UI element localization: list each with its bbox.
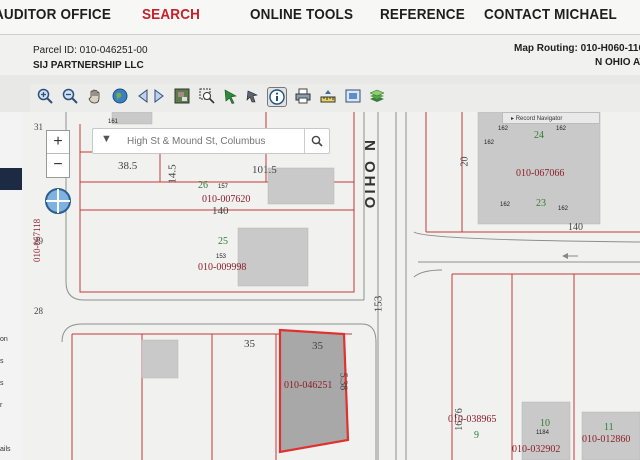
lot-number: 23	[536, 198, 546, 209]
zoom-plus-button[interactable]: +	[47, 131, 69, 154]
record-navigator[interactable]: ▸ Record Navigator	[502, 112, 600, 124]
dimension-label: 140	[212, 205, 229, 217]
map-search-input[interactable]	[125, 132, 304, 150]
dimension-label: 38.5	[118, 160, 138, 172]
dimension-label: 35	[244, 338, 255, 350]
dimension-label: 31	[34, 122, 43, 132]
zoom-in-icon[interactable]	[36, 87, 54, 105]
address-number: 157	[218, 184, 229, 190]
search-button[interactable]	[304, 129, 329, 153]
sidebar-fragment-3[interactable]: s	[0, 380, 4, 387]
street-label: N OHIO	[361, 140, 378, 212]
address-number: 162	[556, 126, 567, 132]
record-navigator-label: Record Navigator	[515, 116, 563, 122]
zoom-box-icon[interactable]	[198, 87, 216, 105]
zoom-out-icon[interactable]	[61, 87, 79, 105]
lot-number: 26	[198, 180, 208, 191]
layers-icon[interactable]	[368, 87, 386, 105]
measure-icon[interactable]	[319, 87, 337, 105]
print-icon[interactable]	[294, 87, 312, 105]
dimension-label: 20	[459, 156, 471, 167]
parcel-id-label[interactable]: 010-007620	[202, 194, 250, 205]
sidebar-active-block[interactable]	[0, 168, 22, 190]
map-toolbar	[30, 84, 640, 112]
address-number: 162	[498, 126, 509, 132]
parcel-map[interactable]	[22, 112, 640, 460]
full-extent-globe-icon[interactable]	[111, 87, 129, 105]
parcel-id-label[interactable]: 010-038965	[448, 414, 496, 425]
parcel-id-label[interactable]: 010-046251	[284, 380, 332, 391]
dimension-label: 153	[372, 295, 385, 313]
map-routing: Map Routing: 010-H060-116	[514, 43, 640, 54]
nav-reference[interactable]: REFERENCE	[380, 6, 465, 23]
address-number: 162	[484, 140, 495, 146]
parcel-id: Parcel ID: 010-046251-00	[33, 45, 148, 56]
dimension-label: 28	[34, 306, 43, 316]
lot-number: 25	[218, 236, 228, 247]
map-search-box: ▼	[92, 128, 330, 154]
parcel-address: N OHIO AV	[595, 57, 640, 68]
parcel-id-label[interactable]: 010-032902	[512, 444, 560, 455]
sidebar-fragment-1[interactable]: on	[0, 336, 8, 343]
pan-hand-icon[interactable]	[86, 87, 104, 105]
parcel-id-label[interactable]: 010-012860	[582, 434, 630, 445]
zoom-control: + −	[46, 130, 70, 178]
sidebar-fragment-4[interactable]: r	[0, 402, 2, 409]
search-dropdown-icon[interactable]: ▼	[101, 133, 112, 145]
lot-number: 24	[534, 130, 544, 141]
lot-number: 9	[474, 430, 479, 441]
next-extent-icon[interactable]	[150, 87, 168, 105]
nav-auditor-office[interactable]: AUDITOR OFFICE	[0, 6, 111, 23]
nav-search[interactable]: SEARCH	[142, 6, 200, 23]
dimension-label: 140	[568, 222, 583, 233]
nav-contact[interactable]: CONTACT MICHAEL	[484, 6, 617, 23]
map-view[interactable]: 38.5 14.5 101.5 140 35 35 153 20 140 16.…	[22, 112, 640, 460]
parcel-id-label[interactable]: 010-067118	[32, 219, 42, 262]
sidebar-fragment-2[interactable]: s	[0, 358, 4, 365]
address-number: 162	[558, 206, 569, 212]
dimension-label: 5.38	[337, 372, 349, 391]
aerial-photo-icon[interactable]	[173, 87, 191, 105]
select-arrow-icon[interactable]	[222, 87, 240, 105]
zoom-minus-button[interactable]: −	[47, 154, 69, 176]
dimension-label: 14.5	[166, 164, 179, 184]
parcel-owner: SIJ PARTNERSHIP LLC	[33, 60, 144, 71]
dimension-label: 35	[312, 340, 323, 352]
dimension-label: 101.5	[252, 164, 277, 176]
search-icon	[311, 135, 323, 147]
parcel-info-bar: Parcel ID: 010-046251-00 SIJ PARTNERSHIP…	[0, 35, 640, 75]
select-polygon-icon[interactable]	[244, 87, 262, 105]
top-nav: AUDITOR OFFICE SEARCH ONLINE TOOLS REFER…	[0, 0, 640, 35]
address-number: 153	[216, 254, 227, 260]
sidebar-fragment-5[interactable]: ails	[0, 446, 11, 453]
parcel-id-label[interactable]: 010-067066	[516, 168, 564, 179]
identify-info-icon[interactable]	[267, 87, 287, 107]
address-number: 161	[108, 119, 119, 125]
left-sidebar: on s s r ails	[0, 112, 22, 460]
parcel-id-label[interactable]: 010-009998	[198, 262, 246, 273]
address-number: 162	[500, 202, 511, 208]
export-map-icon[interactable]	[344, 87, 362, 105]
lot-number: 11	[604, 422, 614, 433]
address-number: 1184	[536, 430, 549, 436]
nav-online-tools[interactable]: ONLINE TOOLS	[250, 6, 353, 23]
lot-number: 10	[540, 418, 550, 429]
